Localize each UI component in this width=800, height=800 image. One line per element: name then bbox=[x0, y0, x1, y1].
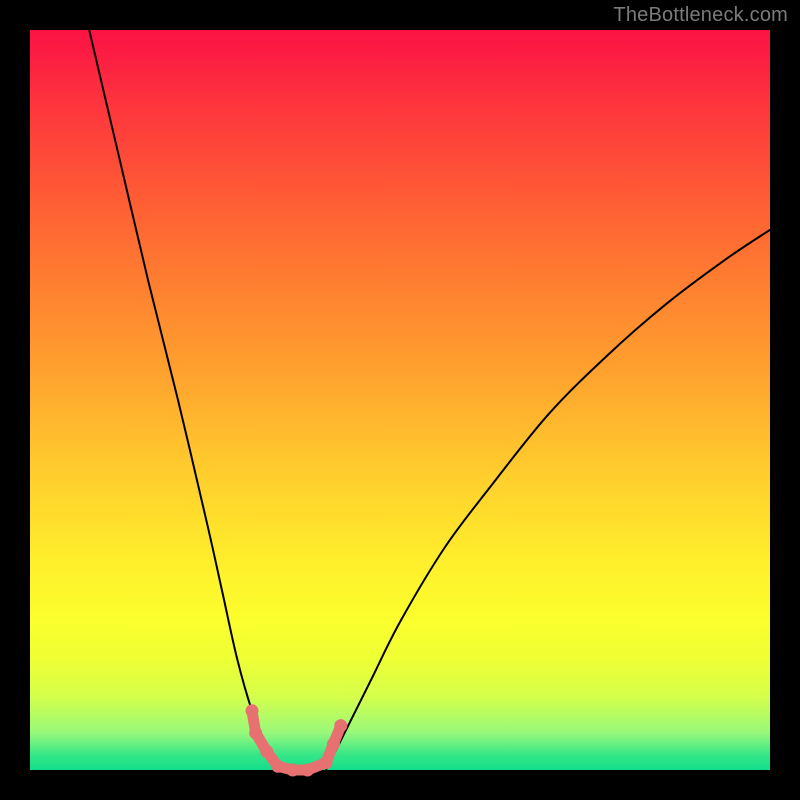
optimal-marker bbox=[327, 738, 340, 751]
optimal-marker bbox=[301, 764, 314, 777]
optimal-marker bbox=[320, 756, 333, 769]
optimal-marker bbox=[271, 760, 284, 773]
optimal-marker bbox=[249, 727, 262, 740]
plot-area bbox=[30, 30, 770, 770]
optimal-marker bbox=[286, 764, 299, 777]
optimal-marker bbox=[334, 719, 347, 732]
optimal-marker bbox=[260, 745, 273, 758]
chart-frame: TheBottleneck.com bbox=[0, 0, 800, 800]
watermark-text: TheBottleneck.com bbox=[613, 4, 788, 27]
curve-left-branch bbox=[89, 30, 274, 770]
optimal-marker bbox=[246, 704, 259, 717]
curve-right-branch bbox=[326, 230, 770, 770]
chart-svg bbox=[30, 30, 770, 770]
